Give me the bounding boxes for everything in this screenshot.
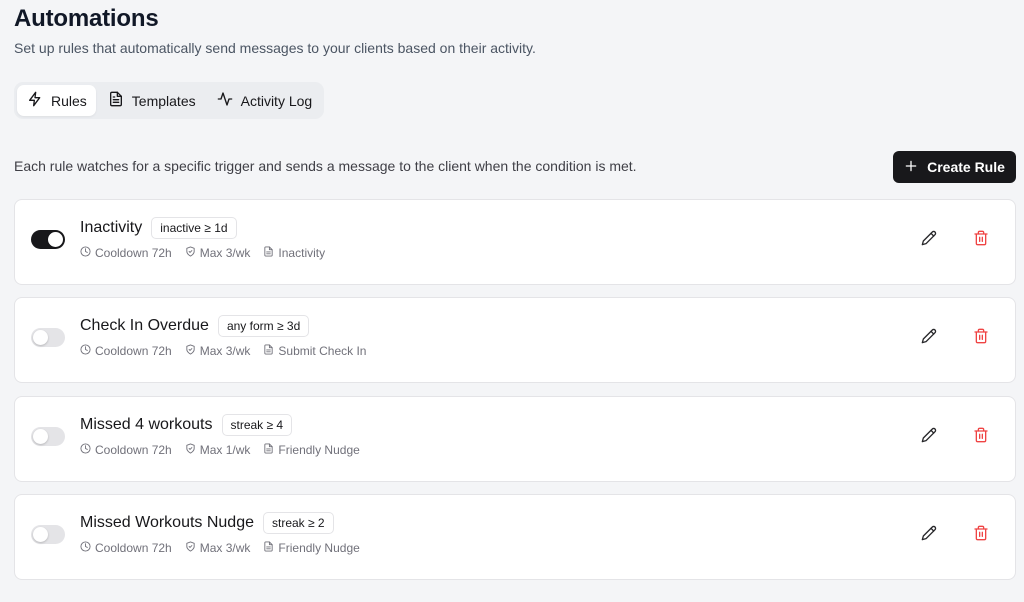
cooldown-text: Cooldown 72h xyxy=(95,541,172,555)
page-subtitle: Set up rules that automatically send mes… xyxy=(14,40,536,56)
zap-icon xyxy=(27,91,43,110)
rule-enabled-toggle[interactable] xyxy=(31,525,65,544)
template-text: Inactivity xyxy=(278,246,326,260)
trigger-badge: streak ≥ 2 xyxy=(263,512,334,534)
tab-rules[interactable]: Rules xyxy=(17,85,96,116)
clock-icon xyxy=(80,541,91,555)
delete-rule-button[interactable] xyxy=(967,226,995,254)
trigger-badge: streak ≥ 4 xyxy=(221,414,293,436)
rule-card: Missed 4 workouts streak ≥ 4 Cooldown 72… xyxy=(14,396,1016,482)
template-text: Friendly Nudge xyxy=(278,541,360,555)
toggle-knob xyxy=(48,232,63,247)
create-rule-label: Create Rule xyxy=(927,159,1005,175)
trigger-badge: inactive ≥ 1d xyxy=(151,217,237,239)
clock-icon xyxy=(80,443,91,457)
toggle-knob xyxy=(33,330,48,345)
cooldown-meta: Cooldown 72h xyxy=(80,541,172,555)
rule-card: Check In Overdue any form ≥ 3d Cooldown … xyxy=(14,297,1016,383)
rule-meta: Cooldown 72h Max 3/wk Inactivity xyxy=(80,246,325,260)
create-rule-button[interactable]: Create Rule xyxy=(893,151,1016,183)
cooldown-meta: Cooldown 72h xyxy=(80,246,172,260)
tab-label: Rules xyxy=(51,92,87,109)
page-title: Automations xyxy=(14,5,159,32)
template-meta: Friendly Nudge xyxy=(263,541,360,555)
max-meta: Max 3/wk xyxy=(185,541,251,555)
rule-meta: Cooldown 72h Max 3/wk Friendly Nudge xyxy=(80,541,360,555)
shield-check-icon xyxy=(185,344,196,358)
trash-icon xyxy=(973,525,989,546)
cooldown-meta: Cooldown 72h xyxy=(80,344,172,358)
cooldown-text: Cooldown 72h xyxy=(95,246,172,260)
delete-rule-button[interactable] xyxy=(967,423,995,451)
pencil-icon xyxy=(921,328,937,349)
cooldown-text: Cooldown 72h xyxy=(95,344,172,358)
file-text-icon xyxy=(263,443,274,457)
template-text: Friendly Nudge xyxy=(278,443,360,457)
trash-icon xyxy=(973,230,989,251)
rule-meta: Cooldown 72h Max 1/wk Friendly Nudge xyxy=(80,443,360,457)
trigger-badge: any form ≥ 3d xyxy=(217,315,310,337)
file-text-icon xyxy=(263,344,274,358)
tab-bar: Rules Templates Activity Log xyxy=(14,82,325,119)
max-text: Max 3/wk xyxy=(199,541,251,555)
delete-rule-button[interactable] xyxy=(967,521,995,549)
rule-name: Missed 4 workouts xyxy=(80,416,213,433)
rule-meta: Cooldown 72h Max 3/wk Submit Check In xyxy=(80,344,366,358)
trash-icon xyxy=(973,328,989,349)
pencil-icon xyxy=(921,230,937,251)
file-text-icon xyxy=(263,246,274,260)
max-meta: Max 3/wk xyxy=(185,344,251,358)
rule-enabled-toggle[interactable] xyxy=(31,230,65,249)
max-text: Max 1/wk xyxy=(199,443,251,457)
delete-rule-button[interactable] xyxy=(967,324,995,352)
toggle-knob xyxy=(33,527,48,542)
rule-enabled-toggle[interactable] xyxy=(31,427,65,446)
trash-icon xyxy=(973,427,989,448)
max-text: Max 3/wk xyxy=(199,246,251,260)
clock-icon xyxy=(80,344,91,358)
rule-name: Missed Workouts Nudge xyxy=(80,514,254,531)
clock-icon xyxy=(80,246,91,260)
template-text: Submit Check In xyxy=(278,344,367,358)
rules-description: Each rule watches for a specific trigger… xyxy=(14,158,637,174)
max-meta: Max 1/wk xyxy=(185,443,251,457)
tab-label: Activity Log xyxy=(240,92,313,109)
template-meta: Inactivity xyxy=(263,246,325,260)
edit-rule-button[interactable] xyxy=(915,226,943,254)
rule-name: Inactivity xyxy=(80,219,143,236)
shield-check-icon xyxy=(185,246,196,260)
cooldown-text: Cooldown 72h xyxy=(95,443,172,457)
rule-header: Inactivity inactive ≥ 1d xyxy=(80,217,237,239)
rule-card: Missed Workouts Nudge streak ≥ 2 Cooldow… xyxy=(14,494,1016,580)
max-meta: Max 3/wk xyxy=(185,246,251,260)
shield-check-icon xyxy=(185,443,196,457)
max-text: Max 3/wk xyxy=(199,344,251,358)
edit-rule-button[interactable] xyxy=(915,521,943,549)
rule-enabled-toggle[interactable] xyxy=(31,328,65,347)
plus-icon xyxy=(904,159,918,176)
shield-check-icon xyxy=(185,541,196,555)
tab-templates[interactable]: Templates xyxy=(98,85,205,116)
pencil-icon xyxy=(921,427,937,448)
file-text-icon xyxy=(108,91,124,110)
file-text-icon xyxy=(263,541,274,555)
rule-header: Missed 4 workouts streak ≥ 4 xyxy=(80,414,293,436)
pencil-icon xyxy=(921,525,937,546)
tab-label: Templates xyxy=(131,92,196,109)
template-meta: Submit Check In xyxy=(263,344,366,358)
tab-activity-log[interactable]: Activity Log xyxy=(207,85,322,116)
activity-icon xyxy=(217,91,233,110)
rule-card: Inactivity inactive ≥ 1d Cooldown 72h Ma… xyxy=(14,199,1016,285)
toggle-knob xyxy=(33,429,48,444)
rule-name: Check In Overdue xyxy=(80,317,209,334)
template-meta: Friendly Nudge xyxy=(263,443,360,457)
edit-rule-button[interactable] xyxy=(915,423,943,451)
edit-rule-button[interactable] xyxy=(915,324,943,352)
cooldown-meta: Cooldown 72h xyxy=(80,443,172,457)
rule-header: Missed Workouts Nudge streak ≥ 2 xyxy=(80,512,334,534)
rule-header: Check In Overdue any form ≥ 3d xyxy=(80,315,310,337)
